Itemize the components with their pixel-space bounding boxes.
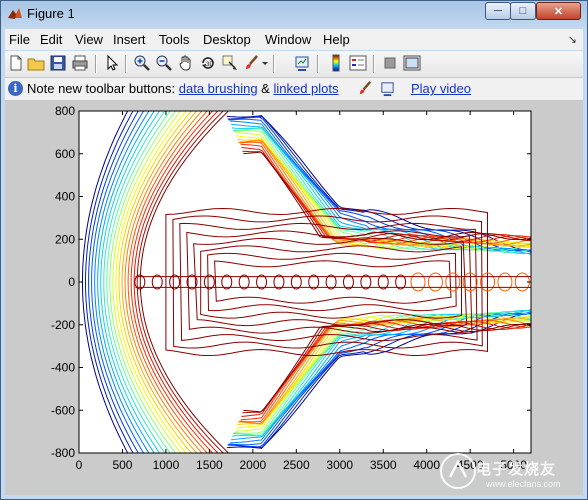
y-tick-label: -200 (51, 318, 75, 332)
rotate-3d-icon[interactable]: 3D (199, 54, 217, 72)
svg-text:3D: 3D (206, 62, 214, 68)
watermark-url: www.elecfans.com (486, 479, 561, 489)
y-tick-label: -400 (51, 361, 75, 375)
open-file-icon[interactable] (27, 54, 45, 72)
insert-colorbar-icon[interactable] (327, 54, 345, 72)
data-brushing-link[interactable]: data brushing (179, 81, 258, 96)
x-tick-label: 500 (112, 458, 132, 472)
x-tick-label: 3000 (326, 458, 353, 472)
hide-plot-tools-icon[interactable] (381, 54, 399, 72)
title-bar[interactable]: Figure 1 ─ □ ✕ (1, 1, 587, 27)
menu-file[interactable]: File (9, 32, 30, 47)
y-tick-label: 0 (68, 275, 75, 289)
menu-edit[interactable]: Edit (40, 32, 62, 47)
edit-plot-arrow-icon[interactable] (103, 54, 121, 72)
x-tick-label: 1500 (196, 458, 223, 472)
linked-plots-link[interactable]: linked plots (273, 81, 338, 96)
close-button[interactable]: ✕ (536, 2, 581, 20)
brush-dropdown-icon[interactable] (261, 54, 269, 72)
menu-bar: File Edit View Insert Tools Desktop Wind… (5, 29, 583, 50)
insert-legend-icon[interactable] (349, 54, 367, 72)
menu-tools[interactable]: Tools (159, 32, 189, 47)
y-tick-label: -600 (51, 403, 75, 417)
toolbar-separator (317, 55, 319, 73)
figure-window: Figure 1 ─ □ ✕ File Edit View Insert Too… (0, 0, 588, 500)
notice-amp: & (257, 81, 274, 96)
toolbar-separator (273, 55, 275, 73)
notice-prefix: Note new toolbar buttons: (27, 81, 179, 96)
menu-window[interactable]: Window (265, 32, 311, 47)
pan-hand-icon[interactable] (177, 54, 195, 72)
watermark-text: 电子发烧友 (476, 461, 557, 478)
toolbar-separator (373, 55, 375, 73)
save-icon[interactable] (49, 54, 67, 72)
show-plot-tools-icon[interactable] (403, 54, 421, 72)
link-plot-icon[interactable] (293, 54, 311, 72)
contour-plot[interactable]: 0 500 1000 1500 2000 2500 3000 3500 4000 4500 5000… (5, 101, 583, 495)
matlab-logo-icon (8, 8, 22, 19)
menu-view[interactable]: View (75, 32, 103, 47)
data-cursor-icon[interactable] (221, 54, 239, 72)
minimize-button[interactable]: ─ (485, 2, 511, 20)
x-tick-label: 0 (76, 458, 83, 472)
dock-figure-icon[interactable]: ↘ (568, 33, 577, 46)
x-tick-label: 2500 (283, 458, 310, 472)
x-tick-label: 2000 (239, 458, 266, 472)
play-video-link[interactable]: Play video (411, 81, 471, 96)
toolbar-separator (125, 55, 127, 73)
notice-text: Note new toolbar buttons: data brushing … (27, 81, 339, 96)
y-tick-label: 200 (55, 232, 75, 246)
menu-help[interactable]: Help (323, 32, 350, 47)
toolbar-separator (95, 55, 97, 73)
figure-canvas[interactable]: 0 500 1000 1500 2000 2500 3000 3500 4000 4500 5000… (5, 101, 583, 495)
y-tick-label: 600 (55, 147, 75, 161)
y-tick-label: 800 (55, 104, 75, 118)
figure-toolbar: 3D (5, 51, 583, 78)
brush-icon (359, 81, 372, 95)
zoom-out-icon[interactable] (155, 54, 173, 72)
link-plot-icon (381, 82, 394, 97)
y-tick-label: -800 (51, 446, 75, 460)
zoom-in-icon[interactable] (133, 54, 151, 72)
print-icon[interactable] (71, 54, 89, 72)
menu-desktop[interactable]: Desktop (203, 32, 251, 47)
menu-insert[interactable]: Insert (113, 32, 146, 47)
info-icon: i (8, 81, 23, 96)
maximize-button[interactable]: □ (510, 2, 536, 20)
x-tick-label: 1000 (153, 458, 180, 472)
window-title: Figure 1 (27, 6, 75, 21)
new-figure-icon[interactable] (7, 54, 25, 72)
y-tick-label: 400 (55, 190, 75, 204)
toolbar-notice-bar: i Note new toolbar buttons: data brushin… (5, 78, 583, 101)
brush-icon[interactable] (243, 54, 261, 72)
x-tick-label: 3500 (370, 458, 397, 472)
